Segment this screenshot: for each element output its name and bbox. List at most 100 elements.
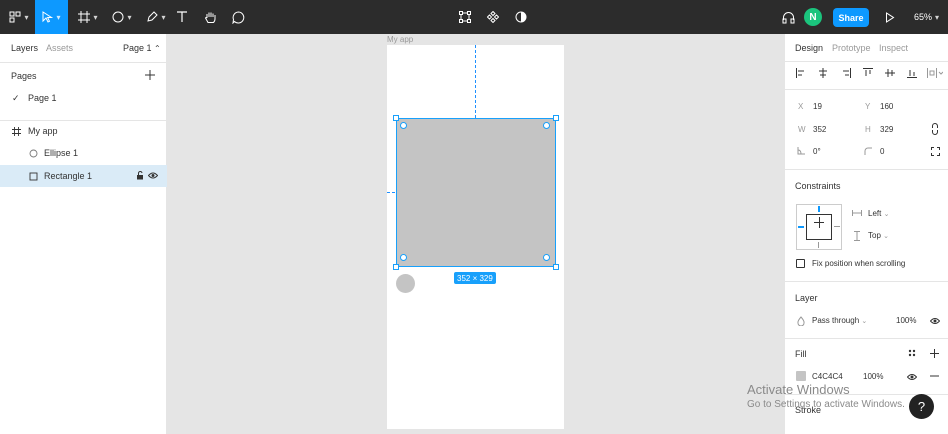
text-tool-button[interactable] [174, 0, 190, 34]
divider [785, 338, 948, 339]
share-button[interactable]: Share [833, 8, 869, 27]
fill-eye-icon[interactable] [907, 372, 917, 381]
radius-handle-top-right[interactable] [543, 122, 550, 129]
user-avatar-button[interactable]: N [804, 0, 822, 34]
layer-row-ellipse-1[interactable]: Ellipse 1 [0, 142, 167, 164]
layer-eye-icon[interactable] [930, 316, 940, 325]
ellipse-icon [112, 11, 124, 23]
styles-grid-icon[interactable] [907, 348, 917, 358]
constraint-right[interactable] [834, 226, 840, 227]
page-item[interactable]: ✓ Page 1 [0, 87, 167, 109]
rectangle-1[interactable] [396, 118, 556, 267]
resize-handle-top-right[interactable] [553, 115, 559, 121]
layer-row-my-app[interactable]: My app [0, 120, 167, 142]
height-input[interactable]: 329 [880, 125, 893, 134]
resize-handle-bottom-right[interactable] [553, 264, 559, 270]
horizontal-constraint-value: Left [868, 209, 882, 218]
align-vertical-center-icon[interactable] [884, 67, 895, 78]
fill-color-swatch[interactable] [796, 371, 806, 381]
tab-prototype[interactable]: Prototype [832, 43, 871, 53]
align-left-icon[interactable] [795, 67, 806, 78]
constraint-top-active[interactable] [818, 206, 820, 212]
constraint-bottom[interactable] [818, 242, 819, 248]
eye-icon[interactable] [148, 171, 158, 180]
page-selector[interactable]: Page 1 ⌃ [123, 43, 161, 53]
unlock-icon[interactable] [136, 171, 144, 180]
horizontal-constraint-icon [852, 209, 862, 217]
layer-opacity-input[interactable]: 100% [896, 316, 916, 325]
contrast-icon [515, 11, 527, 23]
activate-windows-subtitle: Go to Settings to activate Windows. [747, 399, 905, 410]
ellipse-1[interactable] [396, 274, 415, 293]
canvas[interactable]: My app 352 × 329 [167, 34, 784, 434]
fix-position-checkbox[interactable] [796, 259, 805, 268]
frame-tool-button[interactable]: ▾ [74, 0, 102, 34]
tab-assets[interactable]: Assets [46, 43, 73, 53]
divider [785, 169, 948, 170]
zoom-dropdown[interactable]: 65% ▾ [914, 0, 939, 34]
constraint-left-active[interactable] [798, 226, 804, 228]
tab-layers[interactable]: Layers [11, 43, 38, 53]
component-set-button[interactable] [457, 0, 473, 34]
resize-handle-bottom-left[interactable] [393, 264, 399, 270]
figma-menu-icon [9, 11, 21, 23]
headphones-icon [782, 11, 794, 23]
add-page-button[interactable] [144, 69, 156, 81]
y-input[interactable]: 160 [880, 102, 893, 111]
fill-opacity-input[interactable]: 100% [863, 372, 883, 381]
fill-hex-input[interactable]: C4C4C4 [812, 372, 843, 381]
audio-button[interactable] [779, 0, 797, 34]
present-button[interactable] [882, 0, 898, 34]
distribute-icon[interactable] [926, 67, 944, 78]
independent-corners-icon[interactable] [930, 146, 940, 156]
hand-tool-button[interactable] [201, 0, 219, 34]
chevron-up-icon: ⌃ [154, 44, 161, 53]
pen-tool-button[interactable]: ▾ [142, 0, 170, 34]
align-bottom-icon[interactable] [906, 67, 917, 78]
w-label: W [798, 125, 806, 134]
rotation-input[interactable]: 0° [813, 147, 821, 156]
tab-inspect[interactable]: Inspect [879, 43, 908, 53]
corner-radius-input[interactable]: 0 [880, 147, 884, 156]
radius-handle-bottom-right[interactable] [543, 254, 550, 261]
radius-handle-bottom-left[interactable] [400, 254, 407, 261]
chevron-down-icon: ⌄ [883, 233, 890, 240]
main-menu-button[interactable]: ▾ [4, 0, 34, 34]
chevron-down-icon: ▾ [24, 12, 29, 22]
tab-design[interactable]: Design [795, 43, 823, 53]
radius-handle-top-left[interactable] [400, 122, 407, 129]
add-fill-icon[interactable] [929, 348, 939, 358]
align-right-icon[interactable] [840, 67, 851, 78]
blend-mode-dropdown[interactable]: Pass through ⌄ [812, 316, 867, 325]
move-tool-button[interactable]: ▾ [35, 0, 68, 34]
x-input[interactable]: 19 [813, 102, 822, 111]
vertical-constraint-dropdown[interactable]: Top ⌄ [868, 231, 889, 240]
constraints-title: Constraints [795, 181, 841, 191]
frame-icon [12, 126, 28, 136]
ellipse-icon [29, 149, 44, 158]
help-button[interactable]: ? [909, 394, 934, 419]
constrain-proportions-icon[interactable] [930, 123, 940, 135]
horizontal-constraint-dropdown[interactable]: Left ⌄ [868, 209, 889, 218]
create-component-button[interactable] [485, 0, 501, 34]
align-top-icon[interactable] [862, 67, 873, 78]
comment-icon [231, 10, 244, 24]
comment-tool-button[interactable] [229, 0, 247, 34]
constraint-widget[interactable] [796, 204, 842, 250]
corner-radius-icon [864, 147, 872, 155]
width-input[interactable]: 352 [813, 125, 826, 134]
remove-fill-icon[interactable] [929, 371, 939, 381]
measure-guide-vertical [475, 45, 476, 118]
size-badge: 352 × 329 [454, 272, 496, 284]
pages-title: Pages [11, 71, 37, 81]
layer-row-rectangle-1[interactable]: Rectangle 1 [0, 165, 167, 187]
constraint-cross [819, 217, 820, 228]
align-horizontal-center-icon[interactable] [817, 67, 828, 78]
frame-label[interactable]: My app [387, 35, 413, 44]
shape-tool-button[interactable]: ▾ [108, 0, 136, 34]
measure-guide-horizontal [387, 192, 395, 193]
resize-handle-top-left[interactable] [393, 115, 399, 121]
mask-button[interactable] [513, 0, 529, 34]
blend-mode-value: Pass through [812, 316, 860, 325]
bounding-box-icon [459, 11, 471, 23]
